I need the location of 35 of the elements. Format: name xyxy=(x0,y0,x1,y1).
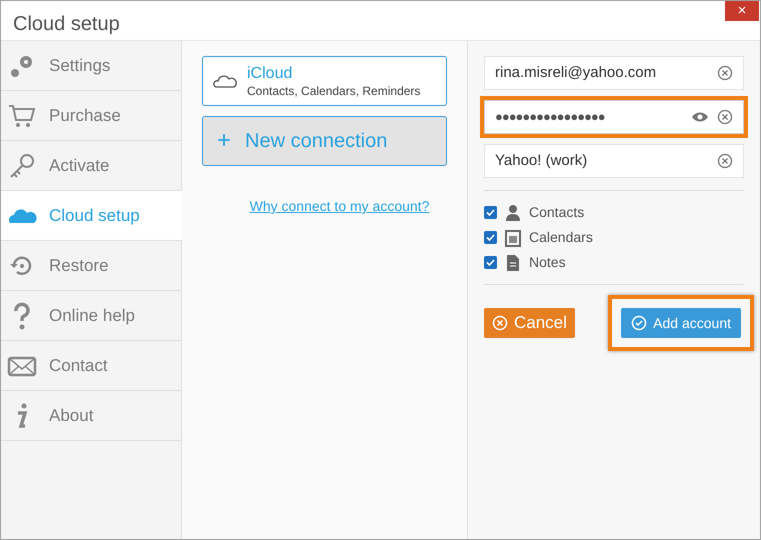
window-title: Cloud setup xyxy=(13,12,120,37)
connection-name: iCloud xyxy=(247,64,294,84)
sidebar-item[interactable]: Restore xyxy=(1,241,181,291)
input-field[interactable]: Yahoo! (work) xyxy=(484,144,744,178)
sidebar-item[interactable]: Settings xyxy=(1,41,181,91)
clear-icon[interactable] xyxy=(717,109,733,125)
sidebar-item[interactable]: About xyxy=(1,391,181,441)
cancel-icon xyxy=(492,315,508,331)
sidebar-item[interactable]: Cloud setup xyxy=(1,191,182,241)
why-connect-link[interactable]: Why connect to my account? xyxy=(250,196,430,217)
checkbox[interactable] xyxy=(484,256,497,269)
eye-icon[interactable] xyxy=(691,111,709,123)
option-label: Calendars xyxy=(529,228,593,247)
add-account-button[interactable]: Add account xyxy=(621,308,741,338)
sidebar-item[interactable]: Purchase xyxy=(1,91,181,141)
calendar-icon xyxy=(505,228,521,246)
input-field[interactable]: rina.misreli@yahoo.com xyxy=(484,56,744,90)
cancel-button[interactable]: Cancel xyxy=(484,308,575,338)
info-icon xyxy=(16,402,28,428)
clear-icon[interactable] xyxy=(717,65,733,81)
connection-card[interactable]: iCloud Contacts, Calendars, Reminders xyxy=(202,56,447,106)
cloud-icon xyxy=(213,73,237,89)
person-icon xyxy=(505,204,521,222)
new-connection-button[interactable]: + New connection xyxy=(202,116,447,166)
checkbox[interactable] xyxy=(484,206,497,219)
sidebar-item[interactable]: Contact xyxy=(1,341,181,391)
document-icon xyxy=(505,254,521,272)
option-label: Contacts xyxy=(529,203,584,222)
sidebar-item[interactable]: Online help xyxy=(1,291,181,341)
checkbox[interactable] xyxy=(484,231,497,244)
close-button[interactable]: × xyxy=(725,1,759,21)
check-circle-icon xyxy=(631,315,648,331)
clear-icon[interactable] xyxy=(717,153,733,169)
option-label: Notes xyxy=(529,253,566,272)
connection-detail: Contacts, Calendars, Reminders xyxy=(247,84,420,98)
